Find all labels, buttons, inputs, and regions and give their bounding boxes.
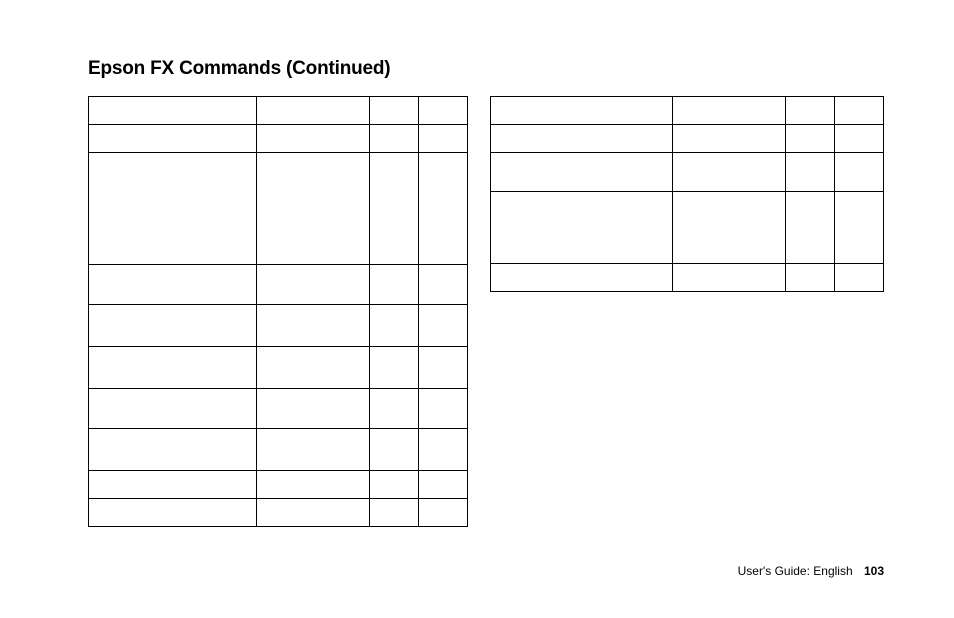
table-row (490, 125, 883, 153)
table-cell (672, 125, 785, 153)
table-cell (835, 97, 884, 125)
table-cell (89, 153, 257, 265)
table-cell (418, 347, 467, 389)
table-cell (490, 125, 672, 153)
table-cell (257, 125, 370, 153)
table-cell (257, 97, 370, 125)
table-cell (89, 471, 257, 499)
page-number: 103 (864, 564, 884, 578)
table-row (89, 499, 468, 527)
table-cell (418, 389, 467, 429)
table-cell (369, 153, 418, 265)
table-cell (89, 97, 257, 125)
table-cell (786, 264, 835, 292)
table-cell (369, 389, 418, 429)
page-heading: Epson FX Commands (Continued) (88, 58, 884, 80)
table-cell (257, 153, 370, 265)
table-row (89, 125, 468, 153)
table-cell (369, 347, 418, 389)
table-cell (418, 125, 467, 153)
table-cell (418, 97, 467, 125)
table-cell (672, 97, 785, 125)
table-cell (369, 429, 418, 471)
table-cell (835, 192, 884, 264)
table-cell (490, 192, 672, 264)
table-cell (89, 125, 257, 153)
table-cell (418, 429, 467, 471)
table-cell (418, 499, 467, 527)
table-row (89, 305, 468, 347)
table-cell (89, 499, 257, 527)
commands-table-right (490, 96, 884, 292)
table-cell (89, 347, 257, 389)
table-cell (257, 389, 370, 429)
table-cell (369, 125, 418, 153)
table-row (89, 389, 468, 429)
table-cell (257, 499, 370, 527)
table-cell (369, 305, 418, 347)
footer-text: User's Guide: English (738, 564, 853, 578)
table-cell (369, 265, 418, 305)
table-row (89, 97, 468, 125)
table-cell (369, 97, 418, 125)
table-cell (786, 125, 835, 153)
table-row (89, 153, 468, 265)
table-cell (89, 429, 257, 471)
table-row (89, 347, 468, 389)
table-cell (257, 347, 370, 389)
table-cell (835, 125, 884, 153)
table-cell (672, 153, 785, 192)
page-footer: User's Guide: English 103 (738, 564, 884, 578)
table-cell (257, 305, 370, 347)
table-cell (257, 429, 370, 471)
table-cell (418, 471, 467, 499)
table-cell (490, 153, 672, 192)
table-cell (786, 97, 835, 125)
table-row (89, 429, 468, 471)
table-row (490, 153, 883, 192)
table-cell (89, 265, 257, 305)
table-row (490, 97, 883, 125)
table-cell (786, 153, 835, 192)
tables-container (88, 96, 884, 527)
table-cell (835, 264, 884, 292)
table-cell (672, 264, 785, 292)
table-cell (490, 264, 672, 292)
table-cell (89, 389, 257, 429)
table-cell (418, 153, 467, 265)
table-cell (89, 305, 257, 347)
table-cell (786, 192, 835, 264)
table-row (89, 471, 468, 499)
table-cell (369, 499, 418, 527)
table-row (89, 265, 468, 305)
table-cell (490, 97, 672, 125)
table-row (490, 192, 883, 264)
table-cell (418, 305, 467, 347)
commands-table-left (88, 96, 468, 527)
table-cell (418, 265, 467, 305)
table-cell (369, 471, 418, 499)
table-cell (257, 471, 370, 499)
table-cell (672, 192, 785, 264)
table-cell (835, 153, 884, 192)
table-cell (257, 265, 370, 305)
table-row (490, 264, 883, 292)
